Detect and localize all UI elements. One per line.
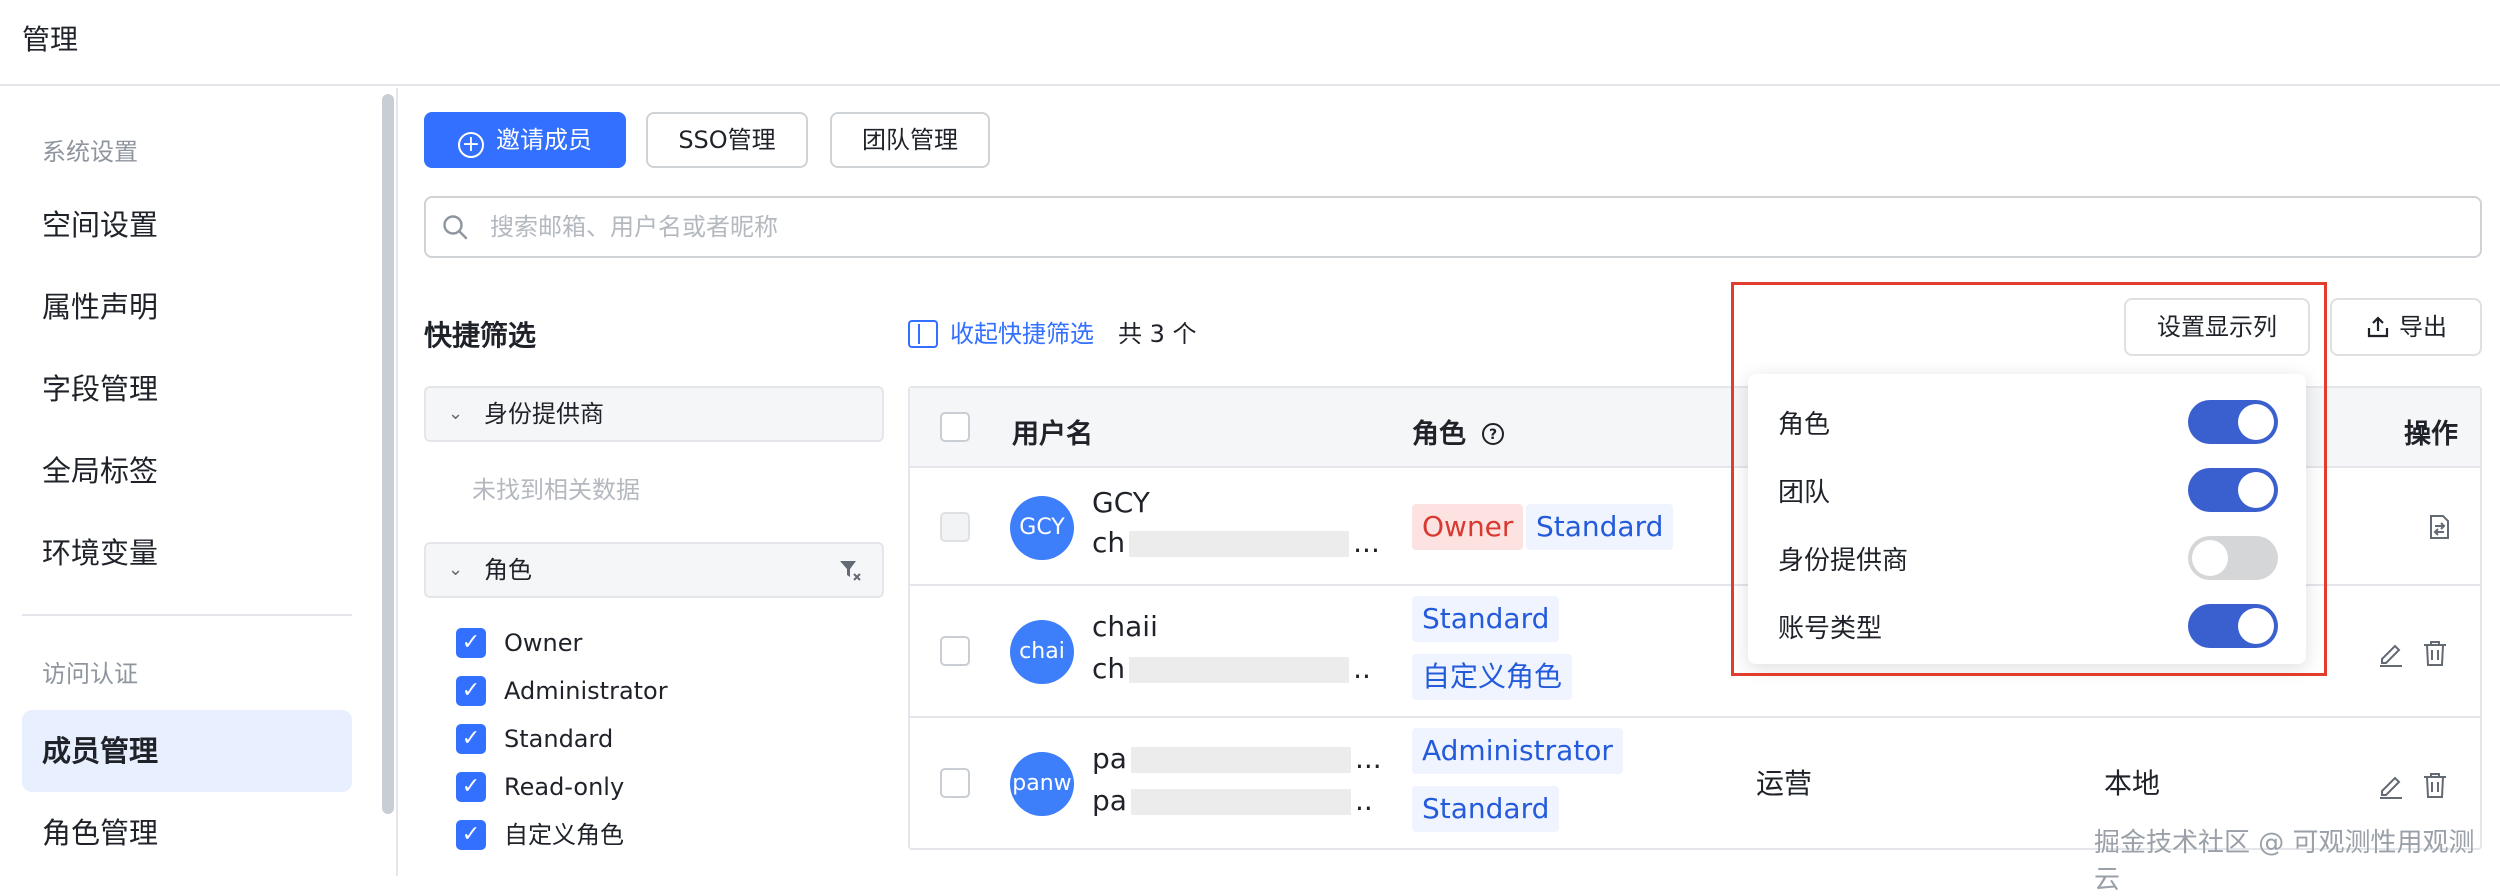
- row-checkbox-disabled: [940, 512, 970, 542]
- sso-manage-button[interactable]: SSO管理: [646, 112, 808, 168]
- transfer-owner-icon[interactable]: [2424, 512, 2454, 542]
- sidebar-group-system: 系统设置: [42, 138, 138, 166]
- role-tag: Standard: [1526, 504, 1674, 550]
- invite-member-button[interactable]: + 邀请成员: [424, 112, 626, 168]
- role-option-label: Owner: [504, 629, 583, 657]
- role-option-label: 自定义角色: [504, 821, 624, 849]
- role-tag: Standard: [1412, 786, 1560, 832]
- collapse-label: 收起快捷筛选: [950, 320, 1094, 348]
- redacted-block: [1130, 747, 1351, 773]
- user-email: ch..: [1092, 652, 1371, 685]
- sidebar-item-members[interactable]: 成员管理: [22, 710, 352, 792]
- header-actions: 操作: [2404, 419, 2458, 450]
- role-tag-owner: Owner: [1412, 504, 1524, 550]
- role-option-label: Standard: [504, 725, 614, 753]
- name-prefix: pa: [1092, 742, 1127, 775]
- sidebar-scrollbar[interactable]: [382, 94, 394, 814]
- email-prefix: ch: [1092, 652, 1126, 685]
- checkbox-checked[interactable]: ✓: [456, 676, 486, 706]
- email-suffix: ...: [1353, 526, 1380, 559]
- empty-state-text: 未找到相关数据: [472, 476, 640, 504]
- edit-icon[interactable]: [2376, 638, 2406, 668]
- sidebar-item-env-vars[interactable]: 环境变量: [22, 512, 352, 594]
- user-name: GCY: [1092, 486, 1150, 519]
- search-icon: [443, 215, 468, 240]
- header-role: 角色 ?: [1412, 412, 1505, 451]
- sidebar-item-attributes[interactable]: 属性声明: [22, 266, 352, 348]
- collapse-quick-filter-button[interactable]: 收起快捷筛选: [908, 314, 1094, 349]
- row-checkbox[interactable]: [940, 636, 970, 666]
- search-input[interactable]: [490, 204, 2390, 250]
- role-option-standard[interactable]: ✓ Standard: [456, 722, 613, 754]
- svg-text:?: ?: [1489, 427, 1497, 443]
- role-tag-custom: 自定义角色: [1412, 654, 1573, 700]
- clear-filter-icon[interactable]: [838, 558, 862, 582]
- user-name: pa...: [1092, 742, 1382, 775]
- header-username: 用户名: [1012, 419, 1093, 450]
- export-button[interactable]: 导出: [2330, 298, 2482, 356]
- select-all-checkbox[interactable]: [940, 412, 970, 442]
- collapse-panel-icon: [908, 320, 938, 348]
- checkbox-checked[interactable]: ✓: [456, 628, 486, 658]
- role-option-custom[interactable]: ✓ 自定义角色: [456, 818, 624, 850]
- checkbox-checked[interactable]: ✓: [456, 724, 486, 754]
- avatar: panw: [1010, 752, 1074, 816]
- quick-filter-title: 快捷筛选: [424, 319, 537, 352]
- email-prefix: pa: [1092, 784, 1127, 817]
- redacted-block: [1129, 531, 1350, 557]
- top-bar: 管理: [0, 0, 2500, 86]
- role-tag: Administrator: [1412, 728, 1623, 774]
- sidebar-divider: [22, 614, 352, 616]
- row-checkbox[interactable]: [940, 768, 970, 798]
- checkbox-checked[interactable]: ✓: [456, 820, 486, 850]
- plus-circle-icon: +: [458, 132, 484, 158]
- user-email: pa..: [1092, 784, 1373, 817]
- filter-section-label: 角色: [484, 556, 532, 584]
- team-manage-button[interactable]: 团队管理: [830, 112, 990, 168]
- redacted-block: [1130, 789, 1351, 815]
- sidebar-item-global-tags[interactable]: 全局标签: [22, 430, 352, 512]
- user-name: chaii: [1092, 610, 1158, 643]
- delete-icon[interactable]: [2420, 770, 2450, 800]
- header-role-label: 角色: [1412, 419, 1466, 450]
- user-email: ch...: [1092, 526, 1380, 559]
- email-suffix: ..: [1354, 784, 1373, 817]
- email-prefix: ch: [1092, 526, 1126, 559]
- export-label: 导出: [2399, 313, 2447, 341]
- role-tag: Standard: [1412, 596, 1560, 642]
- highlight-annotation-box: [1731, 282, 2327, 676]
- filter-section-label: 身份提供商: [484, 400, 604, 428]
- help-icon[interactable]: ?: [1481, 422, 1505, 446]
- name-suffix: ...: [1354, 742, 1382, 775]
- edit-icon[interactable]: [2376, 770, 2406, 800]
- chevron-down-icon: ⌄: [448, 559, 464, 580]
- page-title: 管理: [22, 23, 79, 56]
- sidebar-item-space-settings[interactable]: 空间设置: [22, 184, 352, 266]
- role-option-label: Read-only: [504, 773, 625, 801]
- filter-section-identity-provider[interactable]: ⌄ 身份提供商: [424, 386, 884, 442]
- chevron-down-icon: ⌄: [448, 403, 464, 424]
- invite-member-label: 邀请成员: [496, 126, 592, 154]
- avatar: chai: [1010, 620, 1074, 684]
- team-cell: 运营: [1756, 767, 1813, 800]
- total-count: 共 3 个: [1118, 320, 1197, 348]
- redacted-block: [1129, 657, 1350, 683]
- sidebar-item-fields[interactable]: 字段管理: [22, 348, 352, 430]
- delete-icon[interactable]: [2420, 638, 2450, 668]
- role-option-label: Administrator: [504, 677, 668, 705]
- email-suffix: ..: [1353, 652, 1371, 685]
- avatar: GCY: [1010, 496, 1074, 560]
- role-option-read-only[interactable]: ✓ Read-only: [456, 770, 624, 802]
- account-type-cell: 本地: [2104, 767, 2161, 800]
- role-option-administrator[interactable]: ✓ Administrator: [456, 674, 668, 706]
- export-icon: [2367, 316, 2389, 338]
- sidebar-item-roles[interactable]: 角色管理: [22, 792, 352, 874]
- role-option-owner[interactable]: ✓ Owner: [456, 626, 582, 658]
- search-box: [424, 196, 2482, 258]
- watermark: 掘金技术社区 @ 可观测性用观测云: [2094, 828, 2475, 895]
- checkbox-checked[interactable]: ✓: [456, 772, 486, 802]
- filter-section-role[interactable]: ⌄ 角色: [424, 542, 884, 598]
- sidebar-group-access: 访问认证: [42, 660, 138, 688]
- sidebar: 系统设置 空间设置 属性声明 字段管理 全局标签 环境变量 访问认证 成员管理 …: [0, 88, 398, 876]
